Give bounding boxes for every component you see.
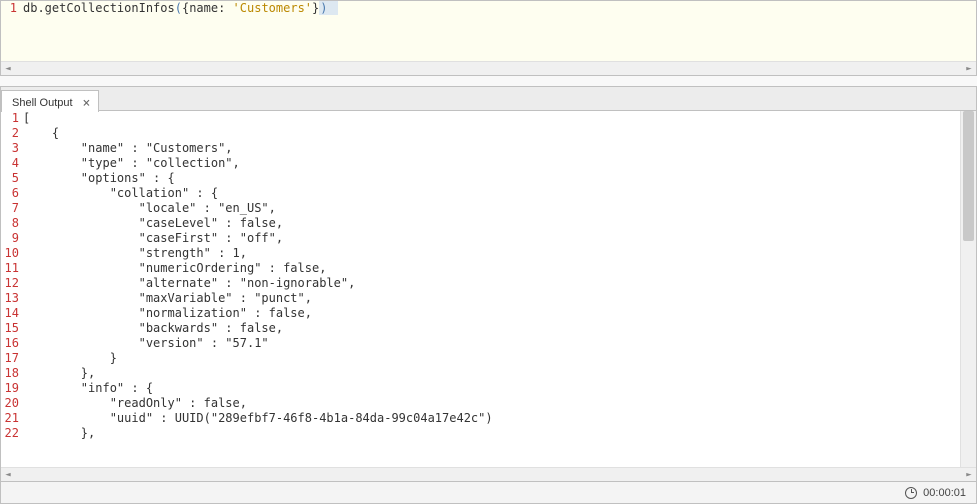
line-number: 22 [1, 426, 19, 441]
scroll-left-icon[interactable]: ◄ [1, 62, 15, 76]
output-line: { [23, 126, 960, 141]
output-line: "strength" : 1, [23, 246, 960, 261]
output-line: "caseFirst" : "off", [23, 231, 960, 246]
scroll-right-icon[interactable]: ► [962, 62, 976, 76]
line-number: 7 [1, 201, 19, 216]
output-scrollbar-horizontal[interactable]: ◄ ► [1, 467, 976, 481]
output-panel: Shell Output × 1234567891011121314151617… [0, 86, 977, 482]
output-line: "version" : "57.1" [23, 336, 960, 351]
output-line: } [23, 351, 960, 366]
line-number: 10 [1, 246, 19, 261]
output-line: "backwards" : false, [23, 321, 960, 336]
output-line: "collation" : { [23, 186, 960, 201]
line-number: 1 [1, 1, 17, 15]
tab-bar: Shell Output × [1, 87, 976, 111]
output-line: "maxVariable" : "punct", [23, 291, 960, 306]
tab-shell-output[interactable]: Shell Output × [1, 90, 99, 112]
line-number: 11 [1, 261, 19, 276]
status-bar: 00:00:01 [0, 482, 977, 504]
line-number: 20 [1, 396, 19, 411]
output-gutter: 12345678910111213141516171819202122 [1, 111, 23, 467]
line-number: 15 [1, 321, 19, 336]
output-line: "numericOrdering" : false, [23, 261, 960, 276]
line-number: 13 [1, 291, 19, 306]
output-line: [ [23, 111, 960, 126]
line-number: 2 [1, 126, 19, 141]
query-editor[interactable]: db.getCollectionInfos({name: 'Customers'… [21, 1, 976, 61]
line-number: 16 [1, 336, 19, 351]
output-line: }, [23, 426, 960, 441]
line-number: 5 [1, 171, 19, 186]
panel-gap [0, 76, 977, 86]
scroll-left-icon[interactable]: ◄ [1, 468, 15, 482]
line-number: 8 [1, 216, 19, 231]
output-line: "uuid" : UUID("289efbf7-46f8-4b1a-84da-9… [23, 411, 960, 426]
output-line: "info" : { [23, 381, 960, 396]
line-number: 18 [1, 366, 19, 381]
elapsed-time: 00:00:01 [923, 487, 966, 499]
output-line: "locale" : "en_US", [23, 201, 960, 216]
line-number: 3 [1, 141, 19, 156]
output-line: "alternate" : "non-ignorable", [23, 276, 960, 291]
input-gutter: 1 [1, 1, 21, 61]
clock-icon [905, 487, 917, 499]
output-line: "type" : "collection", [23, 156, 960, 171]
line-number: 12 [1, 276, 19, 291]
output-line: "normalization" : false, [23, 306, 960, 321]
line-number: 21 [1, 411, 19, 426]
output-viewer[interactable]: [ { "name" : "Customers", "type" : "coll… [23, 111, 960, 467]
line-number: 17 [1, 351, 19, 366]
line-number: 9 [1, 231, 19, 246]
scroll-right-icon[interactable]: ► [962, 468, 976, 482]
output-line: "readOnly" : false, [23, 396, 960, 411]
line-number: 1 [1, 111, 19, 126]
output-line: "caseLevel" : false, [23, 216, 960, 231]
scroll-thumb[interactable] [963, 111, 974, 241]
output-line: "options" : { [23, 171, 960, 186]
input-scrollbar-horizontal[interactable]: ◄ ► [1, 61, 976, 75]
line-number: 4 [1, 156, 19, 171]
tab-label: Shell Output [12, 97, 73, 109]
line-number: 6 [1, 186, 19, 201]
close-icon[interactable]: × [81, 96, 93, 111]
line-number: 19 [1, 381, 19, 396]
line-number: 14 [1, 306, 19, 321]
query-input-panel: 1 db.getCollectionInfos({name: 'Customer… [0, 0, 977, 76]
output-scrollbar-vertical[interactable] [960, 111, 976, 467]
output-line: "name" : "Customers", [23, 141, 960, 156]
output-line: }, [23, 366, 960, 381]
